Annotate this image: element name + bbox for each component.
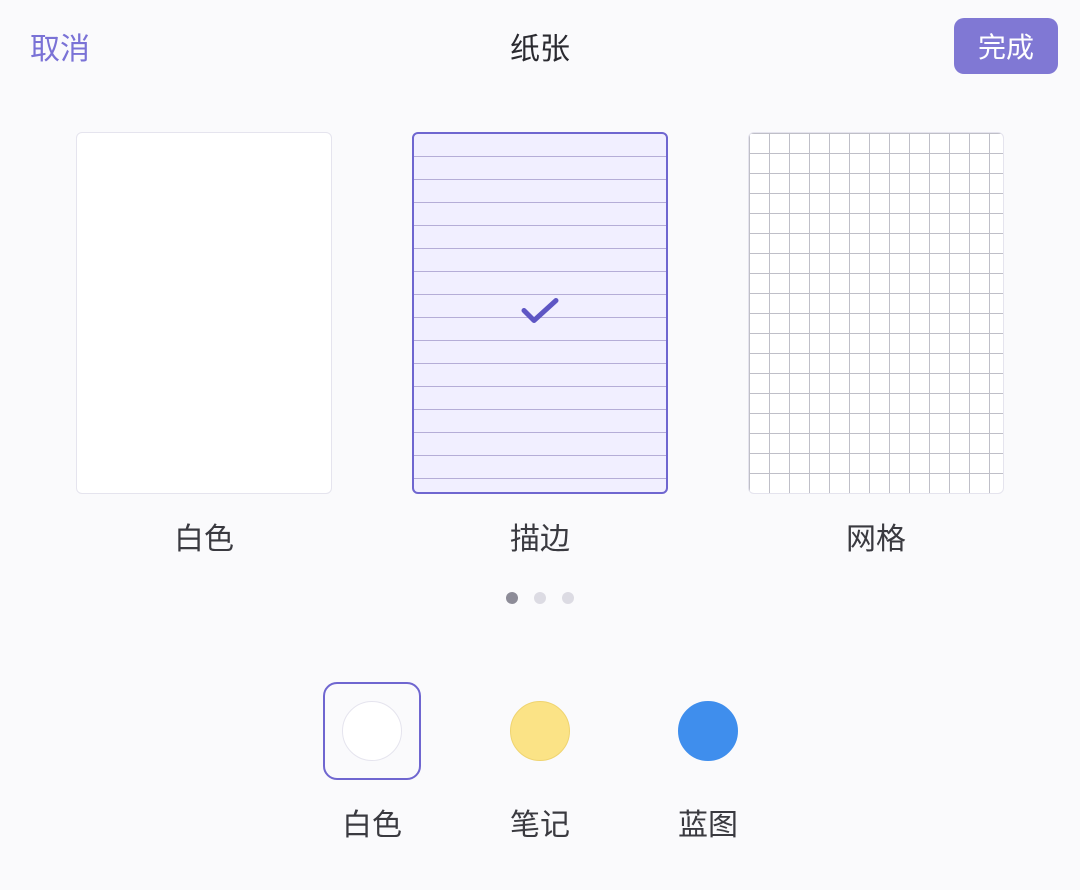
color-swatch-circle [510, 701, 570, 761]
paper-label: 网格 [846, 514, 906, 558]
page-indicator[interactable] [0, 592, 1080, 604]
paper-preview-blank [76, 132, 332, 494]
color-label: 白色 [342, 800, 402, 844]
color-label: 蓝图 [678, 800, 738, 844]
color-option-white[interactable]: 白色 [323, 682, 421, 844]
color-swatch-box [323, 682, 421, 780]
color-label: 笔记 [510, 800, 570, 844]
page-dot [506, 592, 518, 604]
paper-preview-lined [412, 132, 668, 494]
paper-template-row: 白色 描边 网格 [0, 132, 1080, 558]
color-swatch-box [659, 682, 757, 780]
page-dot [562, 592, 574, 604]
color-option-note[interactable]: 笔记 [491, 682, 589, 844]
paper-label: 描边 [510, 514, 570, 558]
paper-color-row: 白色 笔记 蓝图 [0, 682, 1080, 844]
done-button[interactable]: 完成 [954, 18, 1058, 74]
color-option-blueprint[interactable]: 蓝图 [659, 682, 757, 844]
paper-label: 白色 [174, 514, 234, 558]
color-swatch-box [491, 682, 589, 780]
page-dot [534, 592, 546, 604]
paper-option-lined[interactable]: 描边 [412, 132, 668, 558]
color-swatch-circle [342, 701, 402, 761]
page-title: 纸张 [510, 24, 570, 68]
paper-option-blank[interactable]: 白色 [76, 132, 332, 558]
header: 取消 纸张 完成 [0, 0, 1080, 92]
paper-picker-sheet: 取消 纸张 完成 白色 描边 网格 [0, 0, 1080, 890]
cancel-button[interactable]: 取消 [30, 24, 90, 68]
paper-option-grid[interactable]: 网格 [748, 132, 1004, 558]
paper-preview-grid [748, 132, 1004, 494]
color-swatch-circle [678, 701, 738, 761]
check-icon [520, 295, 560, 332]
